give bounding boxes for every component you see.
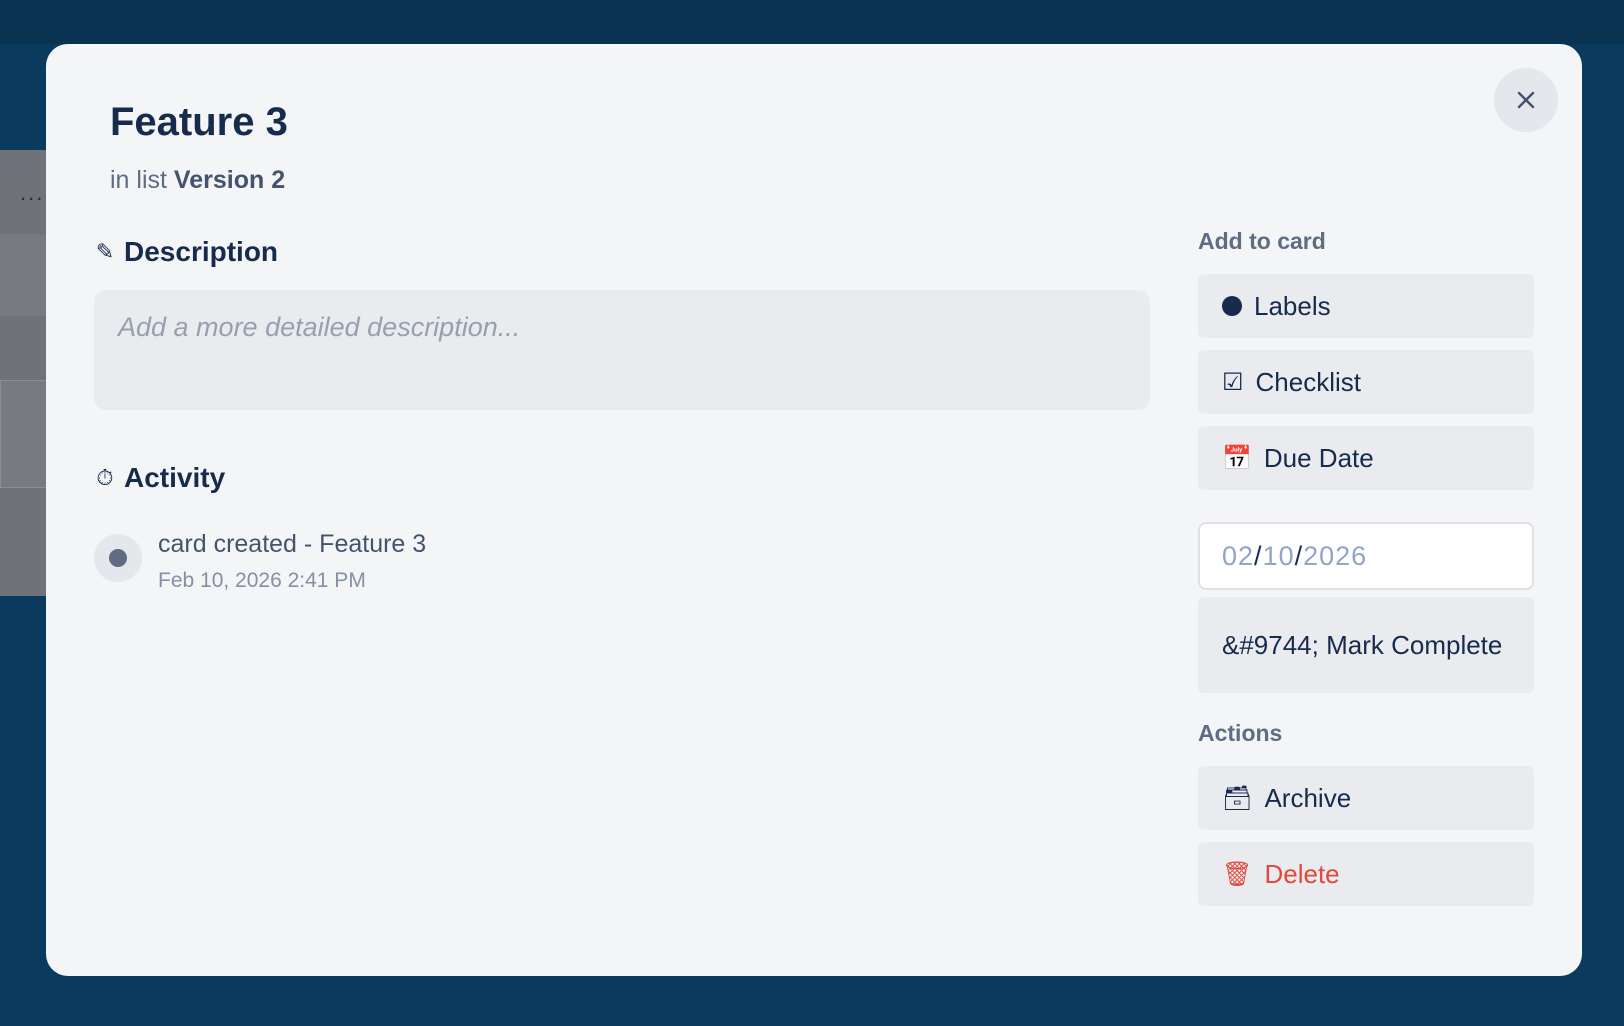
stopwatch-icon: ⏱ — [96, 465, 114, 490]
mark-complete-label: &#9744; Mark Complete — [1222, 630, 1503, 660]
date-day: 10 — [1262, 540, 1295, 571]
background-list-menu: ... — [20, 180, 45, 205]
delete-button-label: Delete — [1264, 858, 1340, 889]
date-separator: / — [1254, 540, 1263, 571]
delete-button[interactable]: 🗑 Delete — [1198, 842, 1534, 906]
close-icon — [1517, 91, 1535, 109]
labels-button-label: Labels — [1254, 290, 1331, 321]
description-field[interactable]: Add a more detailed description... — [94, 290, 1150, 410]
due-date-input[interactable]: 02 / 10 / 2026 — [1198, 522, 1534, 590]
card-title[interactable]: Feature 3 — [110, 100, 288, 145]
card-list-info: in list Version 2 — [110, 166, 285, 195]
top-bar — [0, 0, 1624, 44]
close-button[interactable] — [1494, 68, 1558, 132]
activity-item: card created - Feature 3 Feb 10, 2026 2:… — [94, 528, 426, 593]
archive-box-icon: 🗃 — [1222, 784, 1253, 812]
archive-button-label: Archive — [1264, 782, 1352, 813]
mark-complete-button[interactable]: &#9744; Mark Complete — [1198, 597, 1534, 693]
list-name[interactable]: Version 2 — [174, 166, 285, 194]
actions-heading: Actions — [1198, 720, 1283, 746]
date-month: 02 — [1222, 540, 1255, 571]
activity-text: card created - Feature 3 — [158, 530, 427, 558]
checklist-button-label: Checklist — [1255, 366, 1361, 397]
checkbox-icon: ☑ — [1222, 368, 1244, 396]
activity-timestamp: Feb 10, 2026 2:41 PM — [158, 569, 366, 592]
activity-bullet-icon — [94, 534, 142, 582]
due-date-button[interactable]: 📅 Due Date — [1198, 426, 1534, 490]
labels-dot-icon — [1222, 296, 1242, 316]
description-heading: ✎ Description — [94, 236, 278, 268]
trash-icon: 🗑 — [1222, 860, 1253, 888]
date-year: 2026 — [1303, 540, 1368, 571]
pencil-icon: ✎ — [95, 239, 115, 264]
archive-button[interactable]: 🗃 Archive — [1198, 766, 1534, 830]
activity-heading-label: Activity — [124, 462, 226, 493]
labels-button[interactable]: Labels — [1198, 274, 1534, 338]
calendar-icon: 📅 — [1222, 444, 1252, 472]
date-separator: / — [1294, 540, 1304, 571]
description-heading-label: Description — [124, 236, 279, 267]
list-prefix: in list — [110, 166, 167, 194]
activity-heading: ⏱ Activity — [94, 462, 225, 494]
due-date-button-label: Due Date — [1263, 442, 1374, 473]
checklist-button[interactable]: ☑ Checklist — [1198, 350, 1534, 414]
add-to-card-heading: Add to card — [1198, 228, 1326, 254]
card-detail-modal: Feature 3 in list Version 2 ✎ Descriptio… — [46, 44, 1582, 976]
